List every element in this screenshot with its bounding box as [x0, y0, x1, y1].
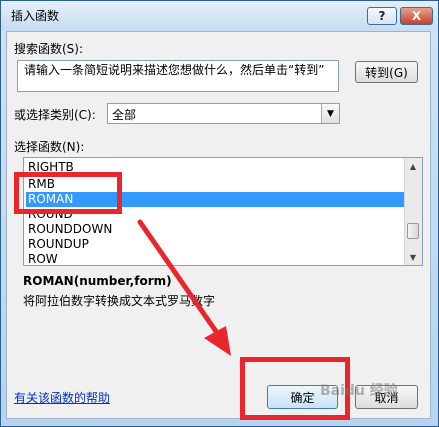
annotation-arrow [137, 219, 231, 356]
